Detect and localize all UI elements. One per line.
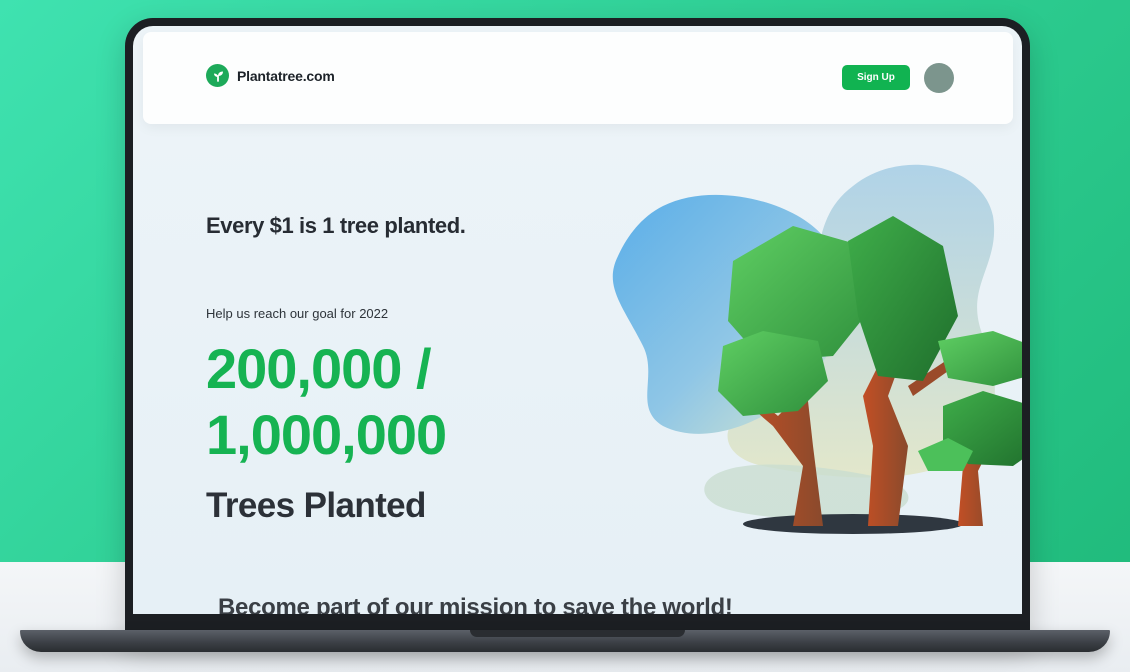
tree-shadow	[743, 514, 963, 534]
navbar: Plantatree.com Sign Up	[143, 32, 1013, 124]
trees-planted-label: Trees Planted	[206, 486, 426, 525]
canopy-right	[938, 331, 1022, 386]
site-name: Plantatree.com	[237, 67, 335, 84]
sign-up-button[interactable]: Sign Up	[842, 65, 910, 90]
trees-counter-goal: 1,000,000	[206, 403, 447, 466]
laptop-screen: Plantatree.com Sign Up Every $1 is 1 tre…	[133, 26, 1022, 614]
goal-text: Help us reach our goal for 2022	[206, 306, 389, 321]
trees-counter-current: 200,000 /	[206, 337, 432, 400]
site-logo[interactable]: Plantatree.com	[206, 64, 335, 87]
trees-counter: 200,000 / 1,000,000	[206, 336, 447, 468]
leaf-logo-icon	[206, 64, 229, 87]
user-avatar[interactable]	[924, 63, 954, 93]
laptop-hinge-notch	[470, 630, 685, 637]
hero-tagline: Every $1 is 1 tree planted.	[206, 213, 466, 238]
mission-heading: Become part of our mission to save the w…	[218, 594, 733, 614]
trees-illustration	[612, 164, 1022, 534]
